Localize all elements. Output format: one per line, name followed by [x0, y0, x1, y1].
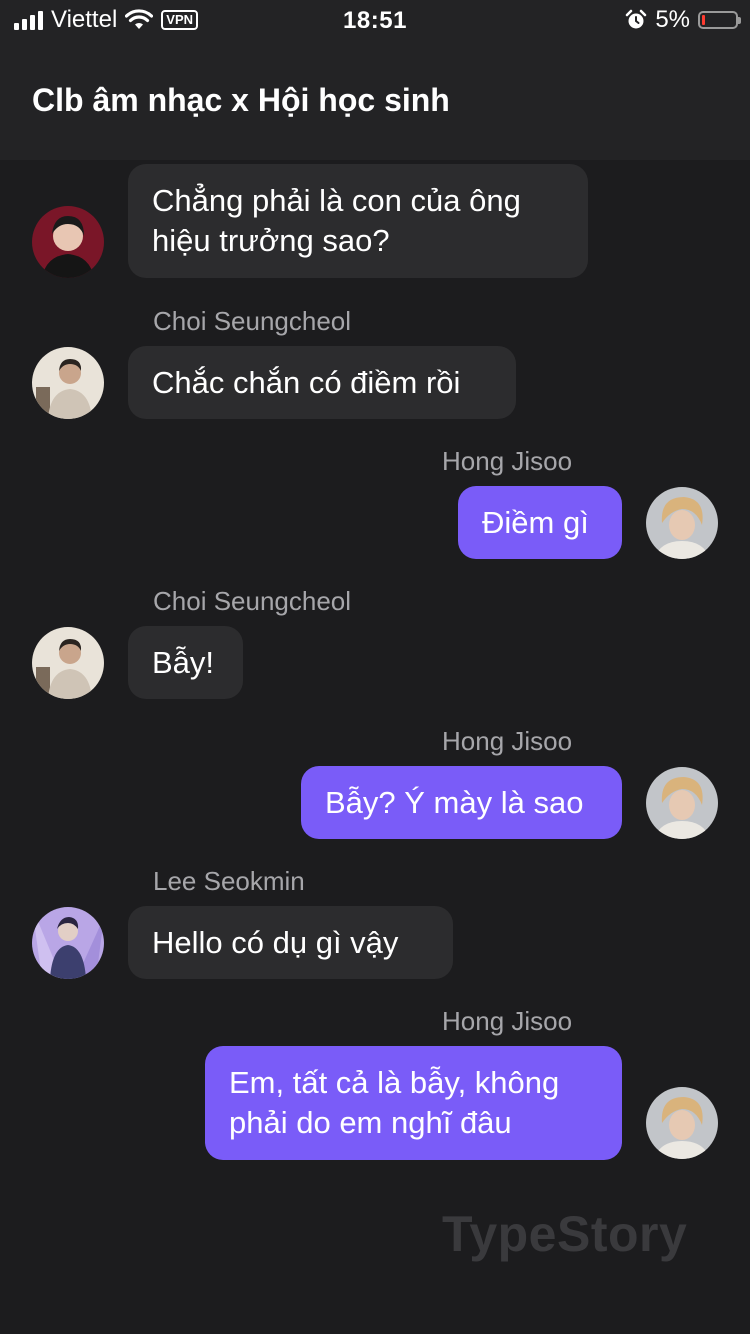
battery-icon [698, 11, 741, 29]
chat-title[interactable]: Clb âm nhạc x Hội học sinh [32, 82, 450, 119]
sender-name: Choi Seungcheol [153, 586, 352, 616]
status-right: 5% [625, 6, 741, 33]
battery-level [702, 15, 705, 25]
sender-name: Hong Jisoo [442, 726, 573, 756]
status-bar: Viettel VPN 18:51 5% [0, 0, 750, 40]
message-list[interactable]: Chẳng phải là con của ông hiệu trưởng sa… [0, 160, 750, 1334]
sender-name: Hong Jisoo [442, 1006, 573, 1036]
message-bubble[interactable]: Bẫy? Ý mày là sao [301, 766, 622, 839]
sender-avatar[interactable] [646, 487, 718, 559]
sender-avatar[interactable] [32, 347, 104, 419]
message-bubble[interactable]: Em, tất cả là bẫy, không phải do em nghĩ… [205, 1046, 622, 1160]
message-bubble[interactable]: Bẫy! [128, 626, 243, 699]
sender-avatar[interactable] [32, 206, 104, 278]
watermark: TypeStory [442, 1206, 688, 1262]
alarm-icon [626, 9, 647, 29]
message-bubble[interactable]: Hello có dụ gì vậy [128, 906, 453, 979]
message-bubble[interactable]: Chắc chắn có điềm rồi [128, 346, 516, 419]
sender-avatar[interactable] [32, 627, 104, 699]
sender-name: Lee Seokmin [153, 866, 305, 896]
sender-name: Choi Seungcheol [153, 306, 352, 336]
battery-percent: 5% [655, 6, 690, 33]
sender-avatar[interactable] [646, 767, 718, 839]
chat-header: Clb âm nhạc x Hội học sinh [0, 40, 750, 160]
sender-name: Hong Jisoo [442, 446, 573, 476]
sender-avatar[interactable] [646, 1087, 718, 1159]
sender-avatar[interactable] [32, 907, 104, 979]
message-bubble[interactable]: Điềm gì [458, 486, 622, 559]
message-bubble[interactable]: Chẳng phải là con của ông hiệu trưởng sa… [128, 164, 588, 278]
